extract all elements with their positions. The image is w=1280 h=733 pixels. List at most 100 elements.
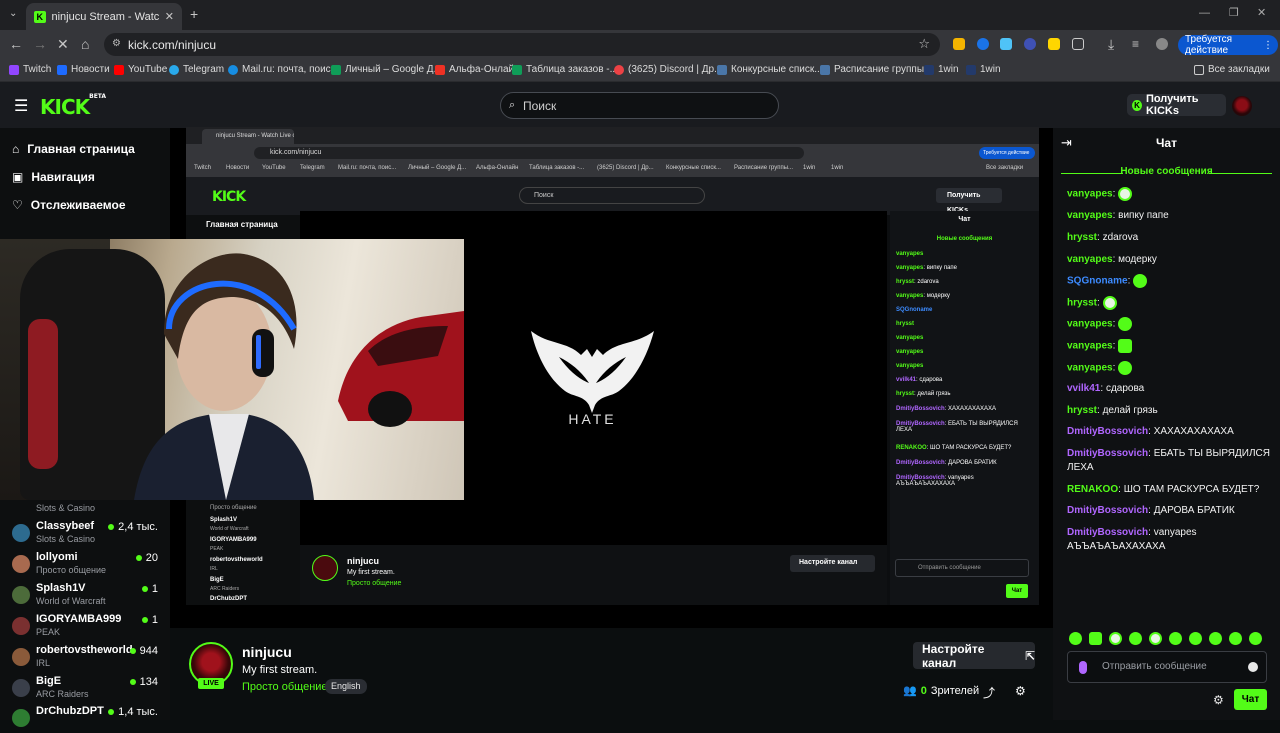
maximize-icon[interactable]: ❐ (1229, 6, 1239, 19)
chat-username[interactable]: vvilk41 (1067, 383, 1100, 394)
bookmark-item[interactable]: Новости (57, 64, 110, 75)
language-tag[interactable]: English (325, 679, 367, 694)
forward-icon[interactable]: → (33, 37, 47, 51)
tab-search-icon[interactable]: ⌄ (9, 8, 17, 19)
kick-logo[interactable]: KICKBETA (40, 93, 106, 119)
emote-icon[interactable] (1249, 632, 1262, 645)
extensions-puzzle-icon[interactable] (1072, 38, 1084, 50)
chat-text: делай грязь (1102, 405, 1158, 416)
skull-emote-icon[interactable] (1149, 632, 1162, 645)
stream-info: LIVE ninjucu My first stream. Просто общ… (170, 628, 1053, 720)
bookmark-item[interactable]: Личный – Google Д... (331, 64, 442, 75)
bookmark-item[interactable]: Альфа-Онлайн (435, 64, 520, 75)
captured-chat-send: Чат (1006, 584, 1028, 598)
emote-icon[interactable] (1129, 632, 1142, 645)
extension-icon[interactable] (1000, 38, 1012, 50)
stop-icon[interactable]: ✕ (57, 37, 69, 51)
chat-username[interactable]: vanyapes (1067, 319, 1113, 330)
emote-icon[interactable] (1089, 632, 1102, 645)
chat-username[interactable]: vanyapes (1067, 189, 1113, 200)
channel-name[interactable]: ninjucu (242, 644, 292, 660)
chat-send-button[interactable]: Чат (1234, 689, 1267, 710)
chat-username[interactable]: vanyapes (1067, 254, 1113, 265)
chat-username[interactable]: hrysst (1067, 298, 1097, 309)
chat-username[interactable]: hrysst (1067, 232, 1097, 243)
all-bookmarks[interactable]: Все закладки (1194, 64, 1270, 75)
back-icon[interactable]: ← (9, 37, 23, 51)
skull-emote-icon[interactable] (1109, 632, 1122, 645)
emote-icon[interactable] (1229, 632, 1242, 645)
bookmark-item[interactable]: YouTube (114, 64, 167, 75)
captured-new-messages: Новые сообщения (936, 236, 993, 242)
extension-icon[interactable] (1048, 38, 1060, 50)
bookmark-item[interactable]: Таблица заказов -... (512, 64, 618, 75)
new-tab-icon[interactable]: + (190, 6, 198, 22)
menu-icon[interactable]: ⋮ (1263, 40, 1273, 51)
chat-username[interactable]: RENAKOO (1067, 484, 1118, 495)
sidebar-channel[interactable]: IGORYAMBA999 PEAK 1 (12, 613, 162, 641)
extension-icon[interactable] (977, 38, 989, 50)
download-icon[interactable]: ⤓ (1108, 37, 1114, 51)
share-icon[interactable]: ⤴ (983, 684, 995, 701)
emoji-picker-icon[interactable] (1248, 662, 1258, 672)
chat-username[interactable]: DmitiyBossovich (1067, 527, 1148, 538)
home-browser-icon[interactable]: ⌂ (81, 37, 89, 51)
media-icon[interactable]: ≡ (1132, 37, 1139, 51)
chat-username[interactable]: hrysst (1067, 405, 1097, 416)
emote-icon[interactable] (1209, 632, 1222, 645)
chat-settings-gear-icon[interactable]: ⚙ (1213, 693, 1224, 707)
hamburger-menu-icon[interactable]: ☰ (14, 96, 28, 116)
chat-username[interactable]: DmitiyBossovich (1067, 448, 1148, 459)
sidebar-item-home[interactable]: ⌂ Главная страница (12, 142, 135, 156)
chat-username[interactable]: SQGnoname (1067, 276, 1128, 287)
sidebar-item-browse[interactable]: ▣ Навигация (12, 170, 95, 184)
bookmark-item[interactable]: (3625) Discord | Др... (614, 64, 722, 75)
emote-icon[interactable] (1069, 632, 1082, 645)
close-icon[interactable]: ✕ (165, 10, 174, 23)
chat-username[interactable]: vanyapes (1067, 341, 1113, 352)
bookmark-item[interactable]: Telegram (169, 64, 224, 75)
browser-tab-active[interactable]: K ninjucu Stream - Watch Live on ✕ (26, 3, 182, 30)
sidebar-channel[interactable]: lollyomi Просто общение 20 (12, 551, 162, 579)
sidebar-channel[interactable]: BigE ARC Raiders 134 (12, 675, 162, 703)
minimize-icon[interactable]: — (1199, 7, 1210, 19)
bookmark-star-icon[interactable]: ☆ (918, 36, 930, 52)
extension-icon[interactable] (953, 38, 965, 50)
sidebar-channel[interactable]: Classybeef Slots & Casino 2,4 тыс. (12, 520, 162, 548)
emote-icon[interactable] (1169, 632, 1182, 645)
chat-username[interactable]: DmitiyBossovich (1067, 426, 1148, 437)
bookmark-item[interactable]: Конкурсные списк... (717, 64, 823, 75)
user-avatar[interactable] (1232, 96, 1252, 116)
sidebar-item-following[interactable]: ♡ Отслеживаемое (12, 198, 126, 212)
window-close-icon[interactable]: ✕ (1257, 6, 1266, 19)
sidebar-channel[interactable]: DrChubzDPT 1,4 тыс. (12, 705, 162, 733)
captured-config-button: Настройте канал (790, 555, 875, 572)
stream-category-link[interactable]: Просто общение (242, 681, 328, 693)
action-required-button[interactable]: Требуется действие ⋮ (1178, 34, 1278, 56)
bookmark-item[interactable]: Twitch (9, 64, 51, 75)
chat-message-input[interactable]: Отправить сообщение (1067, 651, 1267, 683)
get-kicks-button[interactable]: K Получить KICKs (1127, 93, 1226, 117)
channel-name: BigE (36, 675, 62, 687)
captured-chat-user: hrysst (896, 391, 915, 397)
address-bar[interactable]: ⚙ kick.com/ninjucu ☆ (104, 33, 940, 56)
user-settings-icon[interactable]: ⚙ (1015, 684, 1026, 698)
microphone-icon[interactable] (1079, 661, 1087, 674)
chat-username[interactable]: vanyapes (1067, 210, 1113, 221)
configure-channel-button[interactable]: Настройте канал ⇱ (913, 642, 1035, 670)
sidebar-channel[interactable]: robertovstheworld IRL 944 (12, 644, 162, 672)
sidebar-channel[interactable]: Splash1V World of Warcraft 1 (12, 582, 162, 610)
bookmark-item[interactable]: 1win (924, 64, 959, 75)
captured-bookmark: Все закладки (986, 165, 1024, 171)
extension-icon[interactable] (1024, 38, 1036, 50)
search-input[interactable]: ⌕ Поиск (500, 92, 779, 119)
profile-avatar[interactable] (1156, 38, 1168, 50)
bookmark-item[interactable]: Mail.ru: почта, поис... (228, 64, 339, 75)
chat-username[interactable]: DmitiyBossovich (1067, 505, 1148, 516)
site-info-icon[interactable]: ⚙ (112, 38, 121, 49)
bookmark-item[interactable]: Расписание группы... (820, 64, 932, 75)
chat-username[interactable]: vanyapes (1067, 363, 1113, 374)
captured-bookmark: Личный – Google Д... (408, 165, 467, 171)
bookmark-item[interactable]: 1win (966, 64, 1001, 75)
emote-icon[interactable] (1189, 632, 1202, 645)
